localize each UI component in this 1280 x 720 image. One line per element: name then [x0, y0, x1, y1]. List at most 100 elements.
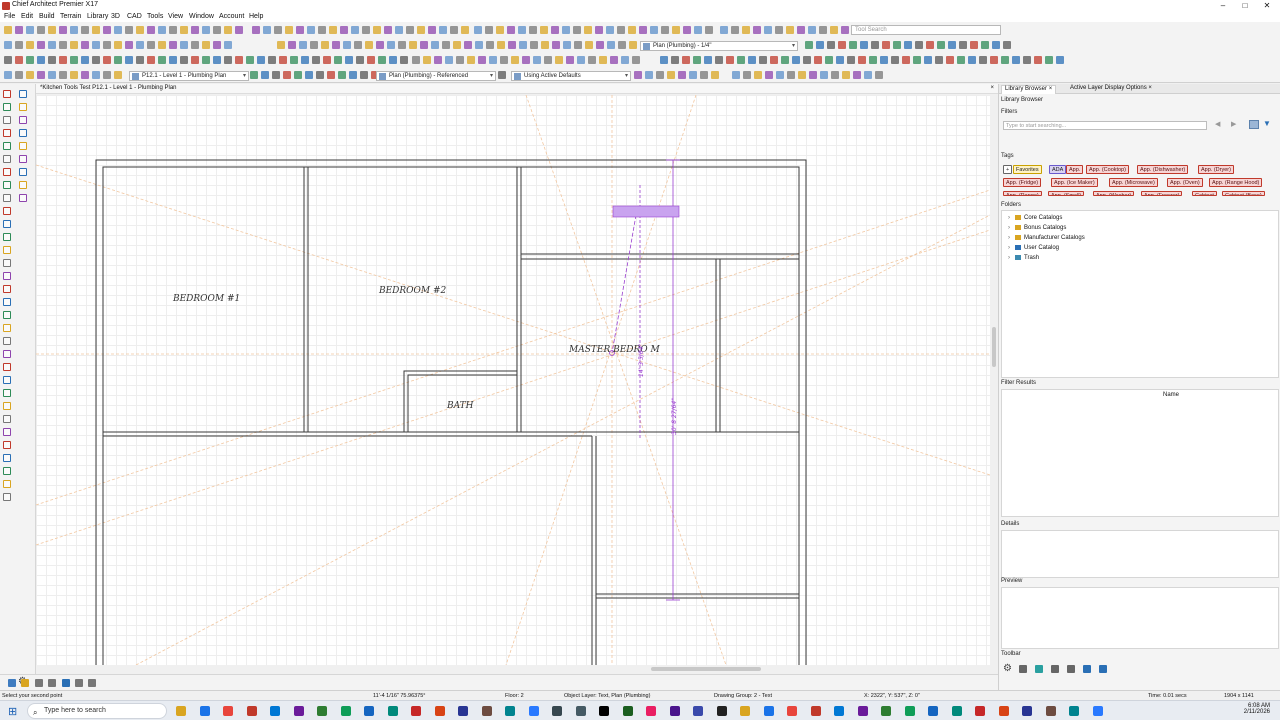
toolbar-tool-icon[interactable]: [376, 41, 384, 49]
room-label-master-bedroom[interactable]: MASTER BEDRO M: [568, 345, 661, 355]
toolbar-tool-icon[interactable]: [781, 56, 789, 64]
toolbar-tool-icon[interactable]: [301, 56, 309, 64]
expand-chevron-icon[interactable]: ›: [1008, 235, 1015, 241]
close-window-button[interactable]: ✕: [1254, 0, 1280, 12]
toolbar-tool-icon[interactable]: [81, 71, 89, 79]
toolbar-tool-icon[interactable]: [656, 71, 664, 79]
left-tool-icon[interactable]: [19, 168, 27, 176]
toolbar-tool-icon[interactable]: [805, 41, 813, 49]
toolbar-tool-icon[interactable]: [754, 71, 762, 79]
toolbar-tool-icon[interactable]: [731, 26, 739, 34]
back-arrow-icon[interactable]: ◀: [1215, 120, 1220, 128]
toolbar-tool-icon[interactable]: [660, 56, 668, 64]
toolbar-tool-icon[interactable]: [475, 41, 483, 49]
toolbar-tool-icon[interactable]: [354, 41, 362, 49]
folder-item[interactable]: › User Catalog: [1008, 245, 1059, 251]
toolbar-tool-icon[interactable]: [563, 41, 571, 49]
toolbar-tool-icon[interactable]: [519, 41, 527, 49]
expand-chevron-icon[interactable]: ›: [1008, 255, 1015, 261]
toolbar-tool-icon[interactable]: [860, 41, 868, 49]
toolbar-tool-icon[interactable]: [387, 41, 395, 49]
taskbar-app-icon[interactable]: [928, 706, 938, 716]
toolbar-tool-icon[interactable]: [169, 41, 177, 49]
toolbar-tool-icon[interactable]: [431, 41, 439, 49]
toolbar-tool-icon[interactable]: [191, 26, 199, 34]
add-tag-icon[interactable]: +: [1003, 165, 1013, 174]
menu-terrain[interactable]: Terrain: [60, 13, 81, 20]
toolbar-tool-icon[interactable]: [224, 56, 232, 64]
taskbar-app-icon[interactable]: [364, 706, 374, 716]
toolbar-tool-icon[interactable]: [853, 71, 861, 79]
toolbar-tool-icon[interactable]: [158, 41, 166, 49]
toolbar-tool-icon[interactable]: [1056, 56, 1064, 64]
taskbar-app-icon[interactable]: [740, 706, 750, 716]
toolbar-tool-icon[interactable]: [555, 56, 563, 64]
toolbar-tool-icon[interactable]: [250, 71, 258, 79]
toolbar-tool-icon[interactable]: [775, 26, 783, 34]
toolbar-tool-icon[interactable]: [507, 26, 515, 34]
toolbar-tool-icon[interactable]: [968, 56, 976, 64]
room-label-bedroom-1[interactable]: BEDROOM #1: [172, 294, 240, 304]
toolbar-tool-icon[interactable]: [979, 56, 987, 64]
toolbar-tool-icon[interactable]: [891, 56, 899, 64]
left-tool-icon[interactable]: [19, 116, 27, 124]
toolbar-tool-icon[interactable]: [610, 56, 618, 64]
toolbar-tool-icon[interactable]: [737, 56, 745, 64]
left-tool-icon[interactable]: [3, 454, 11, 462]
left-tool-icon[interactable]: [19, 142, 27, 150]
left-tool-icon[interactable]: [3, 181, 11, 189]
tag-chip[interactable]: Cabinet (Base): [1222, 191, 1265, 196]
toolbar-tool-icon[interactable]: [59, 26, 67, 34]
toolbar-tool-icon[interactable]: [434, 56, 442, 64]
toolbar-tool-icon[interactable]: [842, 71, 850, 79]
tag-chip[interactable]: Cabinet: [1192, 191, 1217, 196]
left-tool-icon[interactable]: [3, 324, 11, 332]
toolbar-tool-icon[interactable]: [474, 26, 482, 34]
left-tool-icon[interactable]: [3, 389, 11, 397]
toolbar-tool-icon[interactable]: [37, 71, 45, 79]
tag-chip[interactable]: App. (Dryer): [1198, 165, 1234, 174]
toolbar-tool-icon[interactable]: [272, 71, 280, 79]
folder-item[interactable]: › Core Catalogs: [1008, 215, 1062, 221]
toolbar-tool-icon[interactable]: [305, 71, 313, 79]
toolbar-tool-icon[interactable]: [830, 26, 838, 34]
toolbar-tool-icon[interactable]: [59, 71, 67, 79]
left-tool-icon[interactable]: [3, 259, 11, 267]
toolbar-tool-icon[interactable]: [819, 26, 827, 34]
taskbar-app-icon[interactable]: [1046, 706, 1056, 716]
left-tool-icon[interactable]: [3, 142, 11, 150]
toolbar-tool-icon[interactable]: [114, 56, 122, 64]
taskbar-app-icon[interactable]: [270, 706, 280, 716]
expand-chevron-icon[interactable]: ›: [1008, 215, 1015, 221]
menu-3d[interactable]: 3D: [111, 13, 120, 20]
toolbar-tool-icon[interactable]: [263, 26, 271, 34]
close-tab-icon[interactable]: ×: [990, 84, 994, 93]
toolbar-tool-icon[interactable]: [847, 56, 855, 64]
toolbar-tool-icon[interactable]: [607, 41, 615, 49]
left-tool-icon[interactable]: [3, 311, 11, 319]
toolbar-tool-icon[interactable]: [827, 41, 835, 49]
toolbar-tool-icon[interactable]: [809, 71, 817, 79]
toolbar-tool-icon[interactable]: [338, 71, 346, 79]
toolbar-tool-icon[interactable]: [1023, 56, 1031, 64]
toolbar-tool-icon[interactable]: [378, 56, 386, 64]
tag-chip[interactable]: App. (Cooktop): [1086, 165, 1129, 174]
toolbar-tool-icon[interactable]: [125, 26, 133, 34]
toolbar-tool-icon[interactable]: [533, 56, 541, 64]
tile-view-icon[interactable]: [1083, 665, 1091, 673]
toolbar-tool-icon[interactable]: [836, 56, 844, 64]
toolbar-tool-icon[interactable]: [70, 56, 78, 64]
left-tool-icon[interactable]: [3, 233, 11, 241]
tab-active-layer-display-options[interactable]: Active Layer Display Options ×: [1067, 85, 1155, 91]
menu-view[interactable]: View: [168, 13, 183, 20]
toolbar-tool-icon[interactable]: [770, 56, 778, 64]
system-clock[interactable]: 6:08 AM 2/11/2026: [1230, 703, 1270, 715]
toolbar-tool-icon[interactable]: [136, 26, 144, 34]
taskbar-app-icon[interactable]: [176, 706, 186, 716]
toolbar-tool-icon[interactable]: [125, 41, 133, 49]
toolbar-tool-icon[interactable]: [726, 56, 734, 64]
taskbar-app-icon[interactable]: [670, 706, 680, 716]
vertical-scrollbar[interactable]: [990, 95, 998, 665]
tag-chip[interactable]: App.: [1066, 165, 1084, 174]
measure-icon[interactable]: [48, 679, 56, 687]
